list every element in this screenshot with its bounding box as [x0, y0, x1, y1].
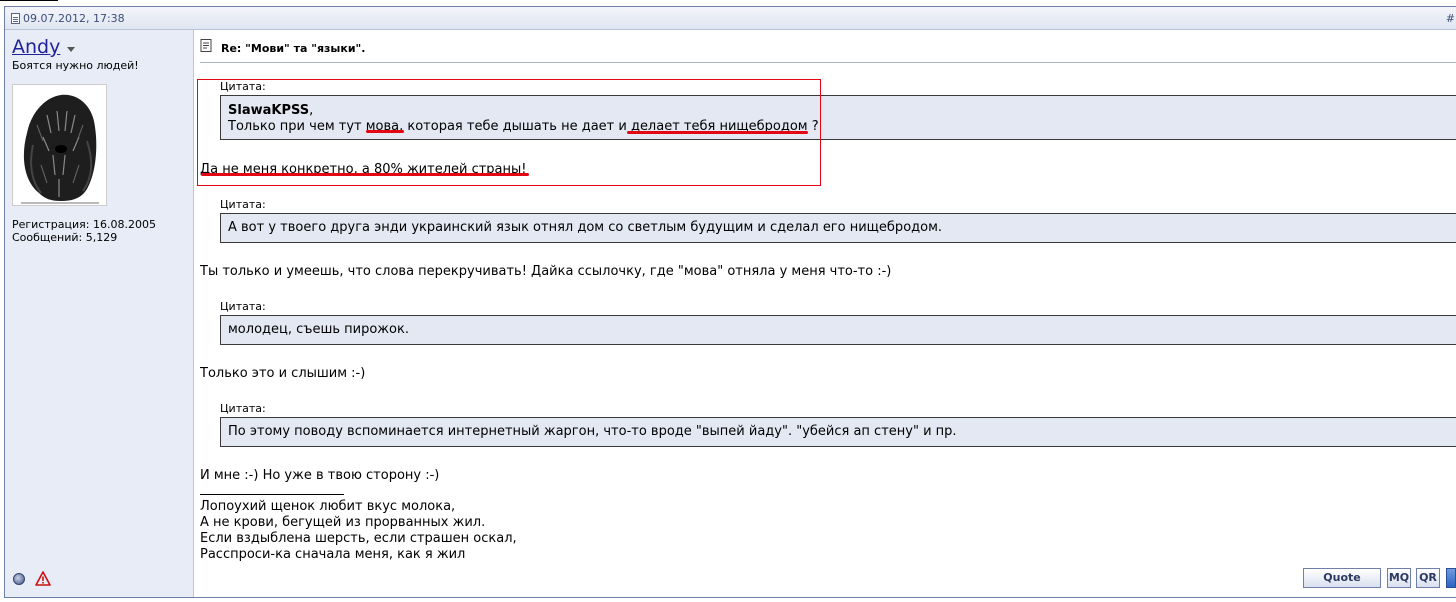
- quote-text: А вот у твоего друга энди украинский язы…: [228, 220, 943, 235]
- post-title-row: Re: "Мови" та "языки".: [200, 36, 1456, 55]
- quote-label: Цитата:: [220, 198, 266, 211]
- quote-text: молодец, съешь пирожок.: [228, 322, 409, 337]
- quick-reply-button[interactable]: QR: [1416, 568, 1440, 588]
- quote-box: А вот у твоего друга энди украинский язы…: [220, 213, 1456, 243]
- quote-box: По этому поводу вспоминается интернетный…: [220, 417, 1456, 447]
- reply-text: И мне :-) Но уже в твою сторону :-): [200, 468, 440, 483]
- more-options-button[interactable]: [1446, 568, 1456, 588]
- username-link[interactable]: Andy: [12, 36, 60, 58]
- user-info: Регистрация: 16.08.2005 Сообщений: 5,129: [12, 218, 156, 244]
- multiquote-button[interactable]: MQ: [1387, 568, 1411, 588]
- user-registration: Регистрация: 16.08.2005: [12, 218, 156, 231]
- user-menu-chevron-icon[interactable]: [67, 47, 75, 52]
- user-post-count: Сообщений: 5,129: [12, 231, 118, 244]
- annotation-underline: [366, 130, 404, 133]
- quote-label: Цитата:: [220, 402, 266, 415]
- title-divider: [200, 62, 1456, 63]
- post-date: 09.07.2012, 17:38: [23, 12, 125, 25]
- avatar-dog-image: [13, 85, 106, 205]
- post-number-link[interactable]: #: [1446, 12, 1455, 25]
- signature: Лопоухий щенок любит вкус молока, А не к…: [200, 499, 517, 563]
- user-title: Боятся нужно людей!: [12, 59, 139, 72]
- report-warning-icon[interactable]: [35, 571, 51, 587]
- annotation-underline: [201, 173, 529, 176]
- reply-text: Только это и слышим :-): [200, 366, 366, 381]
- post-document-icon: [11, 13, 20, 24]
- reply-text: Ты только и умеешь, что слова перекручив…: [200, 264, 892, 279]
- post-title-document-icon: [200, 39, 212, 52]
- avatar[interactable]: [12, 84, 107, 206]
- quote-text: По этому поводу вспоминается интернетный…: [228, 424, 957, 439]
- user-sidebar: Andy Боятся нужно людей! Регистрация: 16…: [5, 30, 194, 597]
- signature-line: Если вздыблена шерсть, если страшен оска…: [200, 531, 517, 546]
- quote-box: молодец, съешь пирожок.: [220, 315, 1456, 345]
- post-header: 09.07.2012, 17:38 #: [5, 7, 1456, 30]
- signature-line: Расспроси-ка сначала меня, как я жил: [200, 547, 466, 562]
- annotation-underline: [627, 131, 808, 134]
- post-title: Re: "Мови" та "языки".: [221, 42, 366, 55]
- quote-label: Цитата:: [220, 300, 266, 313]
- signature-line: А не крови, бегущей из прорванных жил.: [200, 515, 486, 530]
- signature-divider: [200, 494, 344, 495]
- top-edge-line: [0, 0, 58, 1]
- online-status-icon: [13, 573, 25, 585]
- signature-line: Лопоухий щенок любит вкус молока,: [200, 499, 456, 514]
- quote-button[interactable]: Quote: [1303, 568, 1381, 588]
